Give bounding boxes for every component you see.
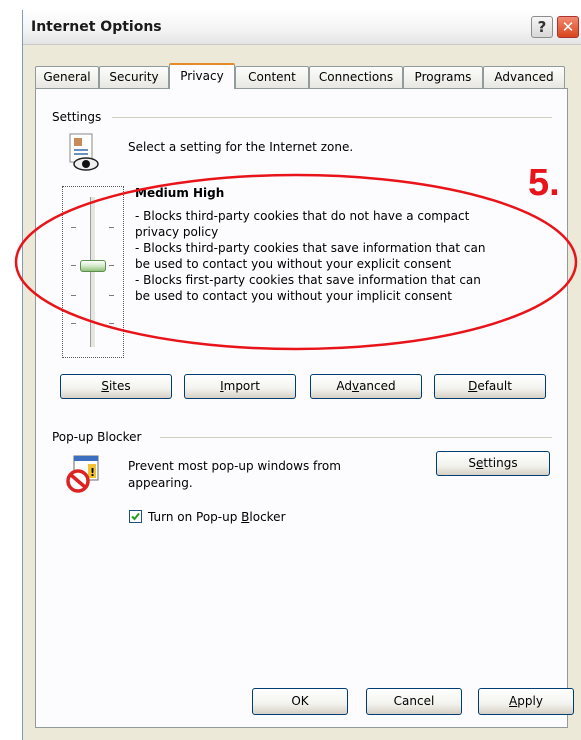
- privacy-level-description: - Blocks third-party cookies that do not…: [135, 208, 555, 304]
- slider-tick: [109, 295, 114, 296]
- popup-blocker-checkbox[interactable]: [129, 510, 142, 523]
- privacy-tab-panel: [35, 88, 568, 728]
- ok-button[interactable]: OK: [252, 688, 348, 715]
- description-line: - Blocks third-party cookies that save i…: [135, 241, 486, 255]
- sites-button[interactable]: Sites: [60, 374, 172, 399]
- description-line: be used to contact you without your impl…: [135, 289, 452, 303]
- help-button[interactable]: ?: [531, 16, 553, 38]
- cancel-button[interactable]: Cancel: [366, 688, 462, 715]
- settings-group-label: Settings: [52, 110, 106, 124]
- description-line: be used to contact you without your expl…: [135, 257, 452, 271]
- slider-tick: [71, 323, 76, 324]
- slider-track[interactable]: [90, 197, 96, 347]
- popup-group-line: [160, 437, 552, 438]
- privacy-level-title: Medium High: [135, 186, 225, 200]
- window-title: Internet Options: [31, 19, 162, 35]
- tab-general[interactable]: General: [35, 66, 99, 88]
- slider-tick: [109, 227, 114, 228]
- apply-button[interactable]: Apply: [478, 688, 574, 715]
- popup-description: Prevent most pop-up windows from appeari…: [128, 458, 388, 492]
- title-bar[interactable]: Internet Options ? ✕: [23, 10, 581, 45]
- slider-tick: [71, 265, 76, 266]
- description-line: - Blocks third-party cookies that do not…: [135, 209, 470, 223]
- popup-group-label: Pop-up Blocker: [52, 430, 146, 444]
- slider-tick: [71, 227, 76, 228]
- zone-prompt: Select a setting for the Internet zone.: [128, 140, 354, 154]
- settings-group-line: [112, 117, 552, 118]
- tab-security[interactable]: Security: [99, 66, 169, 88]
- tab-strip: General Security Privacy Content Connect…: [35, 63, 575, 89]
- default-button[interactable]: Default: [434, 374, 546, 399]
- svg-text:!: !: [90, 466, 95, 479]
- checkmark-icon: [131, 512, 140, 521]
- tab-content[interactable]: Content: [235, 66, 309, 88]
- popup-blocker-icon: !: [66, 454, 102, 494]
- tab-advanced[interactable]: Advanced: [483, 66, 565, 88]
- popup-blocker-checkbox-label[interactable]: Turn on Pop-up Blocker: [148, 510, 286, 524]
- close-button[interactable]: ✕: [557, 16, 579, 38]
- tab-programs[interactable]: Programs: [403, 66, 483, 88]
- import-button[interactable]: Import: [184, 374, 296, 399]
- popup-description-line: appearing.: [128, 476, 193, 490]
- tab-connections[interactable]: Connections: [309, 66, 403, 88]
- tab-privacy[interactable]: Privacy: [169, 63, 235, 89]
- slider-tick: [71, 295, 76, 296]
- slider-thumb[interactable]: [80, 260, 106, 272]
- description-line: privacy policy: [135, 225, 219, 239]
- privacy-zone-icon: [66, 132, 100, 172]
- privacy-level-slider[interactable]: [62, 186, 124, 358]
- close-icon: ✕: [561, 18, 575, 36]
- annotation-step-label: 5.: [528, 162, 560, 204]
- slider-tick: [109, 265, 114, 266]
- description-line: - Blocks first-party cookies that save i…: [135, 273, 481, 287]
- popup-description-line: Prevent most pop-up windows from: [128, 459, 341, 473]
- slider-tick: [109, 323, 114, 324]
- popup-settings-button[interactable]: Settings: [436, 451, 550, 476]
- advanced-button[interactable]: Advanced: [310, 374, 422, 399]
